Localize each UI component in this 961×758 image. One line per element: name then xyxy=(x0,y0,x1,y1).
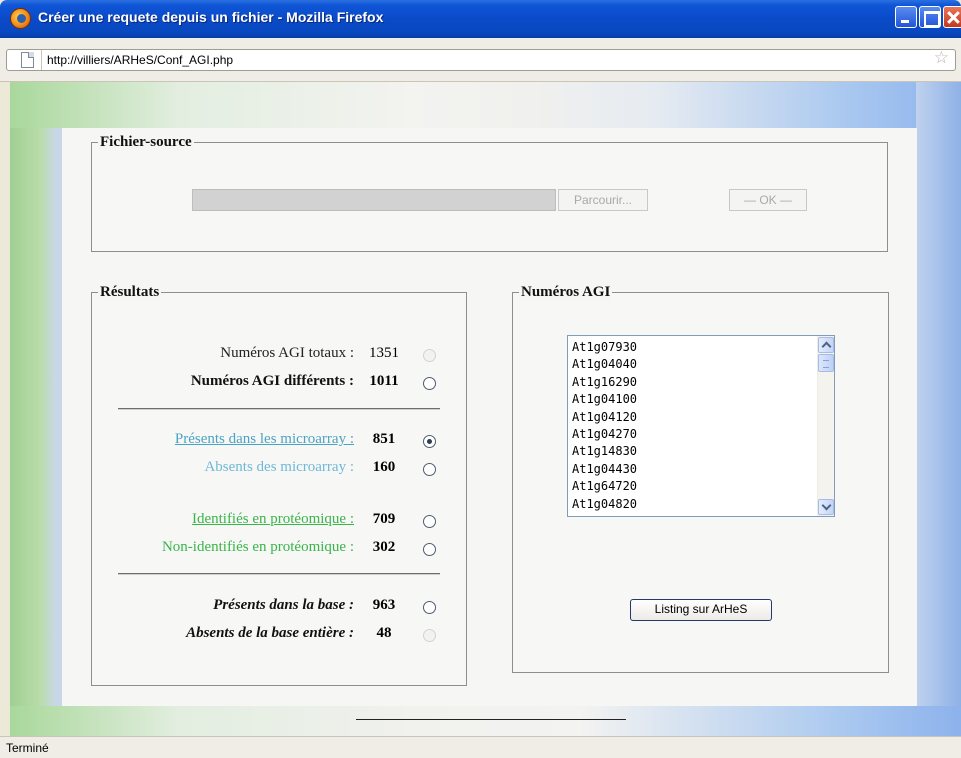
agi-list-item[interactable]: At1g04820 xyxy=(572,496,812,513)
page-viewport: Fichier-source Parcourir... — OK — Résul… xyxy=(10,82,961,736)
scroll-thumb[interactable] xyxy=(818,354,834,372)
results-row-radio[interactable] xyxy=(423,435,436,448)
agi-list-item[interactable]: At1g04040 xyxy=(572,356,812,373)
header-band xyxy=(10,82,961,128)
agi-list-item[interactable]: At1g64720 xyxy=(572,478,812,495)
url-text[interactable]: http://villiers/ARHeS/Conf_AGI.php xyxy=(47,53,233,67)
results-row-label: Présents dans la base : xyxy=(213,597,354,613)
address-bar: http://villiers/ARHeS/Conf_AGI.php ☆ xyxy=(0,38,961,82)
url-field[interactable]: http://villiers/ARHeS/Conf_AGI.php ☆ xyxy=(6,48,956,71)
results-row-radio[interactable] xyxy=(423,377,436,390)
results-separator-2 xyxy=(118,573,440,575)
results-row-radio[interactable] xyxy=(423,543,436,556)
agi-listbox[interactable]: At1g07930 At1g04040 At1g16290 At1g04100 At1g… xyxy=(567,335,835,517)
results-row-label: Numéros AGI différents : xyxy=(190,373,354,389)
agi-list-item[interactable]: At1g04100 xyxy=(572,391,812,408)
results-legend: Résultats xyxy=(98,283,162,301)
file-path-input[interactable] xyxy=(192,189,556,211)
footer-rule xyxy=(356,719,626,720)
results-row-value: 160 xyxy=(372,459,396,475)
scroll-up-icon[interactable] xyxy=(818,337,834,353)
results-row-label[interactable]: Présents dans les microarray : xyxy=(175,431,354,448)
status-text: Terminé xyxy=(6,741,49,755)
content-panel: Fichier-source Parcourir... — OK — Résul… xyxy=(62,128,917,706)
agi-fieldset: Numéros AGI At1g07930 At1g04040 At1g16290 A… xyxy=(512,283,889,673)
status-bar: Terminé xyxy=(0,736,961,758)
results-row-value: 1351 xyxy=(369,345,399,361)
agi-legend: Numéros AGI xyxy=(519,283,613,301)
results-row-label[interactable]: Identifiés en protéomique : xyxy=(192,511,354,528)
agi-list-item[interactable]: At1g04120 xyxy=(572,409,812,426)
results-row-radio[interactable] xyxy=(423,463,436,476)
url-divider xyxy=(41,50,42,70)
results-row-radio xyxy=(423,349,436,362)
page-icon xyxy=(21,52,34,68)
close-button[interactable] xyxy=(943,6,961,28)
results-row-label: Absents de la base entière : xyxy=(186,625,354,641)
results-fieldset: Résultats Numéros AGI totaux : 1351 Numéro… xyxy=(91,283,467,686)
agi-list-item[interactable]: At1g14830 xyxy=(572,443,812,460)
results-row-radio xyxy=(423,629,436,642)
ok-button[interactable]: — OK — xyxy=(729,189,807,211)
results-row-value: 709 xyxy=(372,511,396,527)
scroll-down-icon[interactable] xyxy=(818,499,834,515)
file-source-fieldset: Fichier-source Parcourir... — OK — xyxy=(91,133,888,252)
agi-list-item[interactable]: At1g07930 xyxy=(572,339,812,356)
minimize-button[interactable] xyxy=(895,6,917,28)
footer-band xyxy=(10,706,961,736)
results-row-radio[interactable] xyxy=(423,601,436,614)
maximize-button[interactable] xyxy=(919,6,941,28)
listbox-scrollbar[interactable] xyxy=(817,336,834,516)
results-row-radio[interactable] xyxy=(423,515,436,528)
agi-list-item[interactable]: At1g04270 xyxy=(572,426,812,443)
window-titlebar: Créer une requete depuis un fichier - Mo… xyxy=(0,0,961,38)
agi-items: At1g07930 At1g04040 At1g16290 At1g04100 At1g… xyxy=(572,339,812,513)
results-row-value: 1011 xyxy=(369,373,399,389)
file-source-legend: Fichier-source xyxy=(98,133,194,151)
bookmark-star-icon[interactable]: ☆ xyxy=(934,48,949,68)
results-separator-1 xyxy=(118,408,440,410)
browse-button[interactable]: Parcourir... xyxy=(558,189,648,211)
results-row-label: Numéros AGI totaux : xyxy=(220,345,354,361)
results-row-value: 302 xyxy=(372,539,396,555)
results-row-value: 963 xyxy=(372,597,396,613)
results-row-value: 851 xyxy=(372,431,396,447)
listing-arhes-button[interactable]: Listing sur ArHeS xyxy=(630,599,772,621)
results-row-label: Absents des microarray : xyxy=(204,459,354,475)
results-row-label: Non-identifiés en protéomique : xyxy=(161,539,354,555)
results-row-value: 48 xyxy=(376,625,392,641)
agi-list-item[interactable]: At1g04430 xyxy=(572,461,812,478)
firefox-icon xyxy=(10,8,31,29)
right-decoration xyxy=(916,82,961,736)
window-title: Créer une requete depuis un fichier - Mo… xyxy=(38,9,384,25)
agi-list-item[interactable]: At1g16290 xyxy=(572,374,812,391)
